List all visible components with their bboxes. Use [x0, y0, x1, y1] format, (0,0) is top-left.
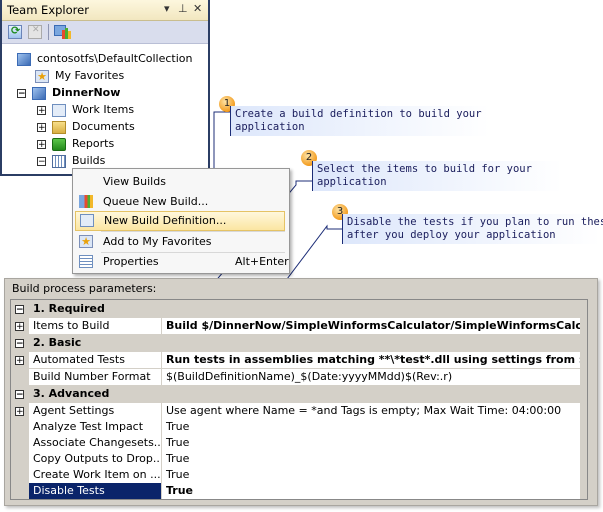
build-process-parameters-panel: Build process parameters: − 1. Required …	[4, 278, 598, 506]
callout-2-text-line1: Select the items to build for your	[317, 163, 532, 175]
callout-3: Disable the tests if you plan to run the…	[342, 214, 603, 244]
param-row-build-number-format[interactable]: Build Number Format $(BuildDefinitionNam…	[11, 369, 587, 386]
param-name: Analyze Test Impact	[29, 419, 161, 435]
param-name: Associate Changesets...	[29, 435, 161, 451]
param-value[interactable]: True	[162, 467, 580, 483]
param-row-create-work-item[interactable]: Create Work Item on ... True	[11, 467, 587, 484]
expand-icon[interactable]: +	[15, 356, 24, 366]
callout-1-text-line1: Create a build definition to build your	[235, 108, 482, 120]
param-name: Copy Outputs to Drop...	[29, 451, 161, 467]
param-value[interactable]: True	[162, 419, 580, 435]
menu-item-queue-new-build[interactable]: Queue New Build...	[75, 192, 285, 212]
new-build-definition-icon	[80, 214, 94, 227]
menu-item-new-build-definition[interactable]: New Build Definition...	[75, 211, 285, 231]
callout-1: Create a build definition to build your …	[230, 106, 490, 136]
param-name: Disable Tests	[29, 483, 161, 499]
properties-icon	[79, 255, 93, 268]
menu-item-label: New Build Definition...	[104, 214, 227, 227]
menu-item-label: Add to My Favorites	[103, 235, 212, 248]
param-value[interactable]: Build $/DinnerNow/SimpleWinformsCalculat…	[162, 318, 580, 334]
menu-item-label: Properties	[103, 255, 159, 268]
category-required[interactable]: − 1. Required	[11, 301, 587, 318]
category-advanced[interactable]: − 3. Advanced	[11, 386, 587, 403]
param-value[interactable]: $(BuildDefinitionName)_$(Date:yyyyMMdd)$…	[162, 369, 580, 385]
build-process-parameters-label: Build process parameters:	[12, 282, 157, 295]
callout-1-text-line2: application	[235, 121, 305, 133]
category-label: 2. Basic	[33, 336, 82, 349]
param-row-disable-tests[interactable]: Disable Tests True	[11, 483, 587, 500]
param-value[interactable]: True	[162, 435, 580, 451]
param-value[interactable]: Use agent where Name = *and Tags is empt…	[162, 403, 580, 419]
param-value[interactable]: True	[162, 483, 580, 499]
collapse-icon[interactable]: −	[15, 305, 24, 315]
param-value[interactable]: Run tests in assemblies matching **\*tes…	[162, 352, 580, 368]
category-basic[interactable]: − 2. Basic	[11, 335, 587, 352]
param-name: Automated Tests	[29, 352, 161, 368]
param-row-copy-outputs-to-drop[interactable]: Copy Outputs to Drop... True	[11, 451, 587, 468]
queue-build-icon	[79, 195, 93, 208]
expand-icon[interactable]: +	[15, 407, 24, 417]
param-name: Build Number Format	[29, 369, 161, 385]
param-row-items-to-build[interactable]: + Items to Build Build $/DinnerNow/Simpl…	[11, 318, 587, 335]
expand-icon[interactable]: +	[15, 322, 24, 332]
param-name: Items to Build	[29, 318, 161, 334]
menu-item-shortcut: Alt+Enter	[235, 255, 289, 268]
collapse-icon[interactable]: −	[15, 390, 24, 400]
menu-item-add-to-favorites[interactable]: ★ Add to My Favorites	[75, 232, 285, 252]
category-label: 3. Advanced	[33, 387, 110, 400]
param-row-analyze-test-impact[interactable]: Analyze Test Impact True	[11, 419, 587, 436]
callout-2: Select the items to build for your appli…	[312, 161, 562, 191]
collapse-icon[interactable]: −	[15, 339, 24, 349]
param-row-agent-settings[interactable]: + Agent Settings Use agent where Name = …	[11, 403, 587, 420]
callout-2-text-line2: application	[317, 176, 387, 188]
add-favorite-star-icon: ★	[79, 235, 93, 248]
param-name: Create Work Item on ...	[29, 467, 161, 483]
param-value[interactable]: True	[162, 451, 580, 467]
menu-item-properties[interactable]: Properties Alt+Enter	[75, 252, 289, 272]
param-row-automated-tests[interactable]: + Automated Tests Run tests in assemblie…	[11, 352, 587, 369]
builds-context-menu: View Builds Queue New Build... New Build…	[72, 168, 290, 274]
param-row-associate-changesets[interactable]: Associate Changesets... True	[11, 435, 587, 452]
callout-3-text-line2: after you deploy your application	[347, 229, 556, 241]
callout-3-text-line1: Disable the tests if you plan to run the…	[347, 216, 603, 228]
parameters-property-grid: − 1. Required + Items to Build Build $/D…	[10, 299, 588, 500]
menu-item-view-builds[interactable]: View Builds	[75, 172, 285, 192]
menu-item-label: View Builds	[103, 175, 166, 188]
param-name: Agent Settings	[29, 403, 161, 419]
category-label: 1. Required	[33, 302, 105, 315]
menu-item-label: Queue New Build...	[103, 195, 209, 208]
